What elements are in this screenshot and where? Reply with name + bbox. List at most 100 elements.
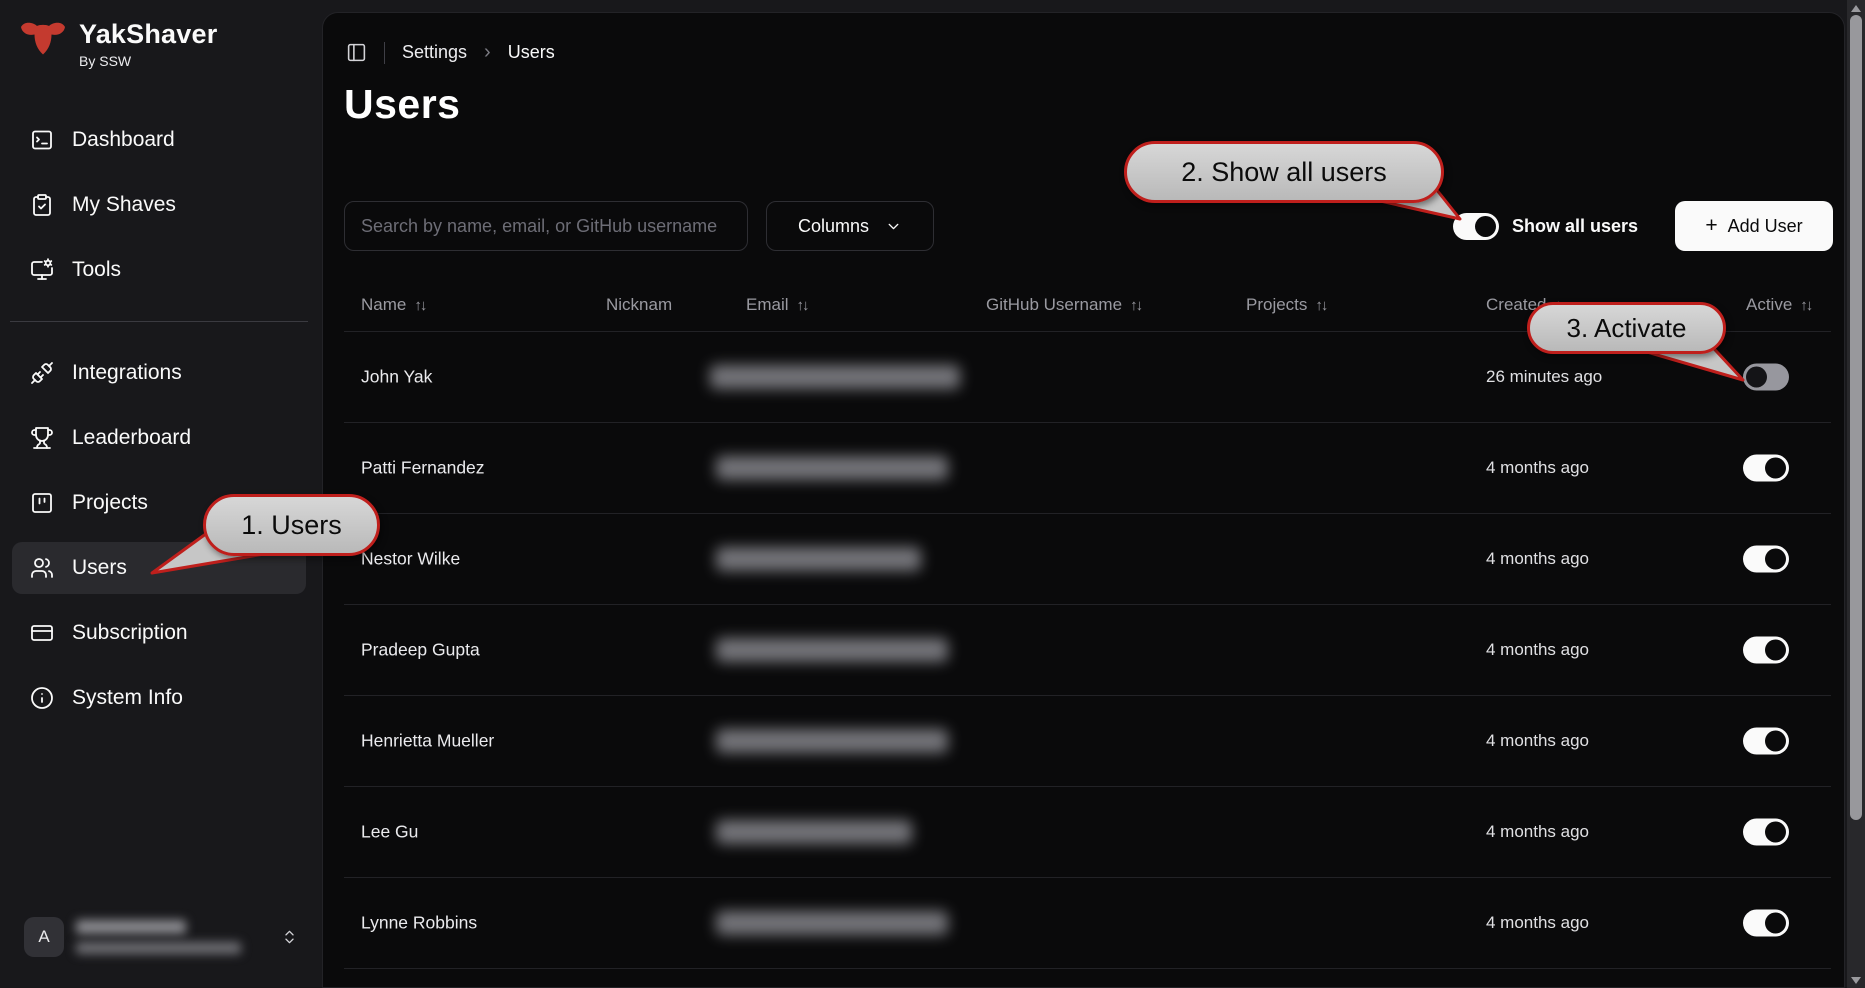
sort-icon: ↑↓ [414, 297, 427, 314]
sidebar-item-system-info[interactable]: System Info [12, 672, 306, 724]
sidebar-item-label: System Info [72, 686, 183, 710]
breadcrumb-users[interactable]: Users [508, 42, 555, 63]
app-logo: YakShaver By SSW [0, 0, 322, 69]
sort-icon: ↑↓ [797, 297, 810, 314]
table-row: Nestor Wilke 4 months ago [344, 514, 1831, 605]
sidebar-item-integrations[interactable]: Integrations [12, 347, 306, 399]
columns-button[interactable]: Columns [766, 201, 934, 251]
breadcrumb: Settings › Users [346, 41, 555, 64]
created-value: 4 months ago [1486, 822, 1589, 842]
app-tagline: By SSW [79, 53, 217, 69]
trophy-icon [30, 426, 54, 450]
active-toggle[interactable] [1743, 364, 1789, 391]
user-account-button[interactable]: A [14, 909, 308, 965]
active-toggle[interactable] [1743, 637, 1789, 664]
scroll-down-arrow-icon[interactable] [1851, 977, 1861, 984]
redacted-email [716, 547, 921, 571]
created-value: 4 months ago [1486, 549, 1589, 569]
redacted-email [710, 365, 960, 389]
sidebar-item-subscription[interactable]: Subscription [12, 607, 306, 659]
page-title: Users [344, 81, 460, 128]
sidebar-item-my-shaves[interactable]: My Shaves [12, 179, 306, 231]
callout-label: 3. Activate [1567, 313, 1687, 344]
sidebar-item-label: My Shaves [72, 193, 176, 217]
redacted-user-name [76, 920, 186, 934]
add-user-button[interactable]: + Add User [1675, 201, 1833, 251]
credit-card-icon [30, 621, 54, 645]
table-row: Pradeep Gupta 4 months ago [344, 605, 1831, 696]
column-header-github-username[interactable]: GitHub Username↑↓ [986, 295, 1143, 315]
user-name: Henrietta Mueller [361, 731, 494, 752]
annotation-callout-users: 1. Users [203, 494, 380, 556]
kanban-square-icon [30, 491, 54, 515]
plus-icon: + [1705, 214, 1717, 238]
callout-label: 1. Users [241, 510, 342, 541]
user-name: Patti Fernandez [361, 458, 485, 479]
table-row: Patti Fernandez 4 months ago [344, 423, 1831, 514]
show-all-users-label: Show all users [1512, 216, 1638, 237]
table-row: Lee Gu 4 months ago [344, 787, 1831, 878]
table-row: Henrietta Mueller 4 months ago [344, 696, 1831, 787]
redacted-email [716, 638, 948, 662]
table-row: Lynne Robbins 4 months ago [344, 878, 1831, 969]
users-icon [30, 556, 54, 580]
sidebar-toggle-icon[interactable] [346, 42, 367, 63]
sort-icon: ↑↓ [1800, 297, 1813, 314]
user-name: Lynne Robbins [361, 913, 477, 934]
sidebar-item-label: Users [72, 556, 127, 580]
sidebar-item-label: Subscription [72, 621, 188, 645]
created-value: 4 months ago [1486, 640, 1589, 660]
plug-icon [30, 361, 54, 385]
redacted-email [716, 911, 948, 935]
app-name: YakShaver [79, 20, 217, 50]
column-header-projects[interactable]: Projects↑↓ [1246, 295, 1328, 315]
callout-label: 2. Show all users [1181, 157, 1387, 188]
active-toggle[interactable] [1743, 910, 1789, 937]
sidebar-item-label: Leaderboard [72, 426, 191, 450]
created-value: 4 months ago [1486, 731, 1589, 751]
redacted-email [716, 456, 948, 480]
vertical-scrollbar [1847, 0, 1865, 988]
info-icon [30, 686, 54, 710]
sidebar-item-tools[interactable]: Tools [12, 244, 306, 296]
column-header-nickname[interactable]: Nicknam [606, 295, 672, 315]
chevron-down-icon [885, 218, 902, 235]
active-toggle[interactable] [1743, 546, 1789, 573]
sidebar-item-dashboard[interactable]: Dashboard [12, 114, 306, 166]
user-name: Nestor Wilke [361, 549, 460, 570]
show-all-users-toggle[interactable] [1453, 213, 1499, 240]
user-name: Pradeep Gupta [361, 640, 480, 661]
chevrons-up-down-icon [281, 927, 298, 947]
sidebar-item-label: Projects [72, 491, 148, 515]
active-toggle[interactable] [1743, 455, 1789, 482]
user-name: John Yak [361, 367, 432, 388]
sidebar-item-label: Dashboard [72, 128, 175, 152]
sidebar-divider [10, 321, 308, 322]
scrollbar-thumb[interactable] [1850, 15, 1862, 820]
bull-icon [20, 20, 66, 60]
annotation-callout-show-all-users: 2. Show all users [1124, 141, 1444, 203]
column-header-name[interactable]: Name↑↓ [361, 295, 427, 315]
sort-icon: ↑↓ [1130, 297, 1143, 314]
monitor-gear-icon [30, 258, 54, 282]
terminal-icon [30, 128, 54, 152]
active-toggle[interactable] [1743, 728, 1789, 755]
user-name: Lee Gu [361, 822, 418, 843]
users-table: Name↑↓ Nicknam Email↑↓ GitHub Username↑↓… [344, 281, 1831, 969]
breadcrumb-settings[interactable]: Settings [402, 42, 467, 63]
search-input[interactable] [344, 201, 748, 251]
avatar: A [24, 917, 64, 957]
sidebar-item-leaderboard[interactable]: Leaderboard [12, 412, 306, 464]
created-value: 4 months ago [1486, 458, 1589, 478]
main-panel: Settings › Users Users Columns Show all … [322, 12, 1845, 988]
redacted-email [716, 729, 948, 753]
redacted-user-email [76, 942, 241, 954]
column-header-email[interactable]: Email↑↓ [746, 295, 810, 315]
clipboard-check-icon [30, 193, 54, 217]
redacted-email [716, 820, 912, 844]
column-header-active[interactable]: Active↑↓ [1746, 295, 1813, 315]
scroll-up-arrow-icon[interactable] [1851, 5, 1861, 12]
sort-icon: ↑↓ [1315, 297, 1328, 314]
active-toggle[interactable] [1743, 819, 1789, 846]
columns-button-label: Columns [798, 216, 869, 237]
